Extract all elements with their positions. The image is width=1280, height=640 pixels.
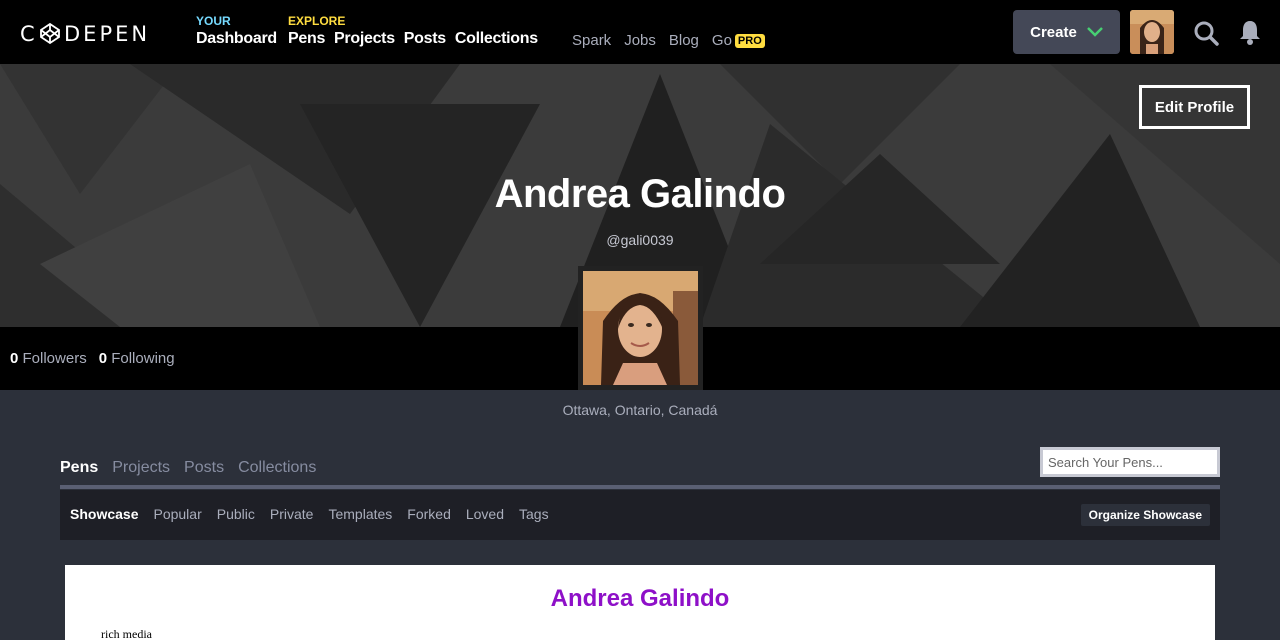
followers-stat[interactable]: 0 Followers (10, 350, 87, 367)
svg-text:DEPEN: DEPEN (64, 22, 150, 44)
profile-stats: 0 Followers 0 Following (10, 350, 175, 367)
subtab-public[interactable]: Public (217, 506, 255, 522)
following-label: Following (111, 350, 175, 367)
following-stat[interactable]: 0 Following (99, 350, 175, 367)
nav-go-link[interactable]: Go (712, 32, 732, 49)
tab-projects[interactable]: Projects (112, 459, 170, 477)
subtab-popular[interactable]: Popular (153, 506, 201, 522)
tabs-divider (60, 485, 1220, 489)
subtab-showcase[interactable]: Showcase (70, 506, 138, 522)
followers-count: 0 (10, 350, 19, 367)
profile-location: Ottawa, Ontario, Canadá (562, 402, 718, 418)
codepen-logo[interactable]: C DEPEN (20, 22, 154, 44)
bell-icon[interactable] (1238, 19, 1262, 45)
nav-explore-group: EXPLORE Pens Projects Posts Collections (288, 14, 538, 48)
create-button-label: Create (1030, 23, 1077, 41)
nav-explore-label: EXPLORE (288, 14, 346, 28)
nav-dashboard-link[interactable]: Dashboard (196, 30, 277, 48)
profile-photo-image (583, 271, 698, 385)
preview-text: rich media (101, 627, 152, 640)
nav-blog-link[interactable]: Blog (669, 32, 699, 49)
following-count: 0 (98, 350, 108, 367)
preview-title: Andrea Galindo (550, 585, 730, 612)
search-icon[interactable] (1193, 20, 1219, 46)
nav-jobs-link[interactable]: Jobs (624, 32, 656, 49)
profile-tabs: Pens Projects Posts Collections (60, 459, 316, 477)
profile-photo[interactable] (578, 266, 703, 390)
top-navigation: C DEPEN YOUR Dashboard EXPLORE Pens Proj… (0, 0, 1280, 64)
subtab-loved[interactable]: Loved (466, 506, 504, 522)
nav-pens-link[interactable]: Pens (288, 30, 325, 48)
nav-secondary-links: Spark Jobs Blog Go PRO (572, 32, 765, 49)
codepen-logo-icon: C DEPEN (20, 22, 150, 44)
showcase-pen-preview[interactable]: Andrea Galindo rich media (65, 565, 1215, 640)
organize-showcase-button[interactable]: Organize Showcase (1080, 504, 1210, 526)
subtab-tags[interactable]: Tags (519, 506, 549, 522)
nav-your-group: YOUR Dashboard (196, 14, 277, 48)
subtab-forked[interactable]: Forked (407, 506, 451, 522)
edit-profile-button[interactable]: Edit Profile (1139, 85, 1250, 129)
nav-projects-link[interactable]: Projects (334, 30, 395, 48)
tab-posts[interactable]: Posts (184, 459, 224, 477)
tab-pens[interactable]: Pens (60, 459, 98, 477)
avatar-photo (1130, 10, 1174, 54)
search-pens-input[interactable] (1040, 447, 1220, 477)
subtab-private[interactable]: Private (270, 506, 314, 522)
nav-your-label: YOUR (196, 14, 231, 28)
nav-posts-link[interactable]: Posts (404, 30, 446, 48)
svg-text:C: C (20, 22, 38, 44)
chevron-down-icon (1086, 27, 1103, 37)
subtab-templates[interactable]: Templates (328, 506, 392, 522)
tab-collections[interactable]: Collections (238, 459, 316, 477)
pro-badge[interactable]: PRO (734, 33, 765, 48)
followers-label: Followers (22, 350, 87, 367)
profile-name: Andrea Galindo (494, 172, 786, 216)
user-avatar[interactable] (1130, 10, 1174, 54)
nav-spark-link[interactable]: Spark (572, 32, 611, 49)
create-button[interactable]: Create (1013, 10, 1120, 54)
profile-handle: @gali0039 (606, 232, 674, 248)
nav-collections-link[interactable]: Collections (455, 30, 538, 48)
pens-subtabs: Showcase Popular Public Private Template… (60, 490, 1220, 540)
